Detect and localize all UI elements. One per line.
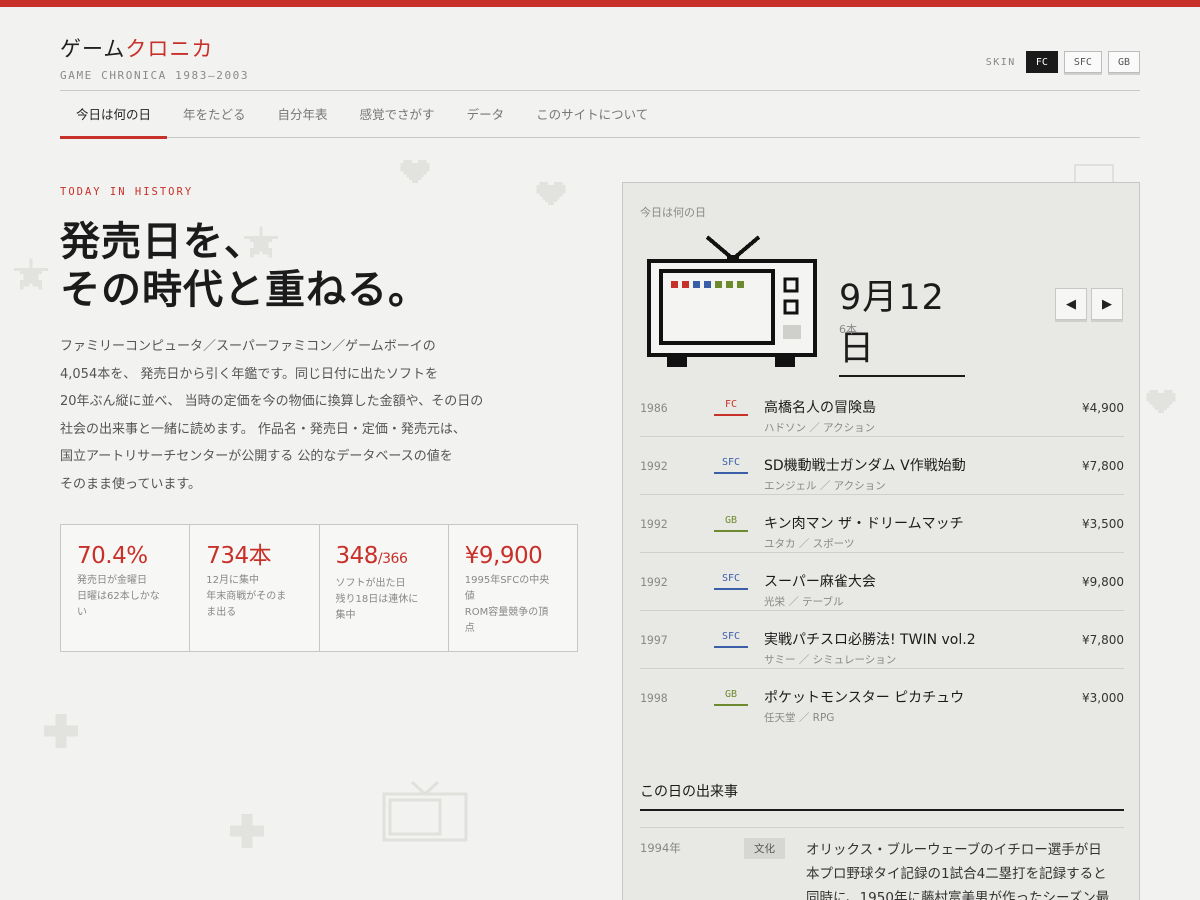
heart-icon [1146, 390, 1176, 416]
stat-note: 発売日が金曜日 日曜は62本しかない [77, 575, 160, 618]
release-row[interactable]: 1992 SFC SD機動戦士ガンダム V作戦始動 エンジェル ／ アクション … [640, 437, 1124, 495]
release-price: ¥7,800 [1082, 633, 1124, 647]
stat-value: ¥9,900 [464, 543, 543, 569]
site-subtitle: GAME CHRONICA 1983—2003 [60, 69, 250, 82]
stat-median-price: ¥9,900 1995年SFCの中央値 ROM容量競争の頂点 [449, 525, 577, 651]
release-list: 1986 FC 高橋名人の冒険島 ハドソン ／ アクション ¥4,900 199… [640, 379, 1124, 727]
star-icon [14, 258, 48, 290]
system-badge: GB [714, 515, 748, 532]
stat-value: 348/366 [335, 543, 408, 569]
stat-note: 12月に集中 年末商戦がそのま ま出る [206, 575, 287, 618]
system-badge: SFC [714, 631, 748, 648]
nav-item-years[interactable]: 年をたどる [167, 91, 262, 137]
selected-date: 9月12日 [839, 269, 965, 377]
logo-accent: クロニカ [125, 37, 214, 61]
release-row[interactable]: 1992 GB キン肉マン ザ・ドリームマッチ ユタカ ／ スポーツ ¥3,50… [640, 495, 1124, 553]
top-accent-stripe [0, 0, 1200, 7]
intro-line: 4,054本を、 発売日から引く年鑑です。同じ日付に出たソフトを [60, 366, 439, 382]
panel-label: 今日は何の日 [640, 206, 706, 219]
release-year: 1997 [640, 633, 668, 647]
release-year: 1998 [640, 691, 668, 705]
prev-day-button[interactable]: ◀ [1055, 288, 1087, 320]
intro-line: 国立アートリサーチセンターが公開する 公的なデータベースの値を [60, 449, 453, 464]
nav-item-my-timeline[interactable]: 自分年表 [262, 91, 344, 137]
release-year: 1992 [640, 575, 668, 589]
release-meta: ハドソン ／ アクション [764, 422, 876, 434]
headline-line-2: その時代と重ねる。 [60, 267, 429, 313]
dpad-icon [230, 814, 264, 848]
stat-note: ソフトが出た日 残り18日は連休に 集中 [335, 578, 419, 621]
next-day-button[interactable]: ▶ [1091, 288, 1123, 320]
release-title: 実戦パチスロ必勝法! TWIN vol.2 [764, 632, 976, 648]
release-title: キン肉マン ザ・ドリームマッチ [764, 516, 964, 532]
nav-item-about[interactable]: このサイトについて [520, 91, 664, 137]
stat-december-count: 734本 12月に集中 年末商戦がそのま ま出る [190, 525, 320, 651]
release-meta: ユタカ ／ スポーツ [764, 538, 855, 550]
skin-switcher: SKIN FC SFC GB [986, 51, 1140, 73]
nav-item-search-by-feel[interactable]: 感覚でさがす [344, 91, 451, 137]
release-year: 1992 [640, 459, 668, 473]
section-eyebrow: TODAY IN HISTORY [60, 186, 194, 198]
intro-line: 社会の出来事と一緒に読めます。 作品名・発売日・定価・発売元は、 [60, 421, 466, 437]
intro-line: 20年ぶん縦に並べ、 当時の定価を今の物価に換算した金額や、その日の [60, 394, 484, 409]
release-meta: 任天堂 ／ RPG [764, 712, 835, 724]
heart-icon [536, 182, 566, 208]
stat-value: 70.4% [77, 543, 148, 569]
stat-friday-share: 70.4% 発売日が金曜日 日曜は62本しかない [61, 525, 191, 651]
release-year: 1986 [640, 401, 668, 415]
skin-label: SKIN [985, 56, 1016, 68]
skin-button-sfc[interactable]: SFC [1063, 51, 1102, 73]
headline-line-1: 発売日を、 [60, 219, 265, 265]
intro-line: ファミリーコンピュータ／スーパーファミコン／ゲームボーイの [60, 339, 436, 354]
cartridge-icon [1074, 164, 1114, 184]
release-price: ¥3,000 [1082, 691, 1124, 705]
heart-icon [400, 160, 430, 186]
release-price: ¥3,500 [1082, 517, 1124, 531]
events-heading: この日の出来事 [640, 781, 1124, 811]
event-year: 1994年 [640, 841, 681, 855]
today-panel: 今日は何の日 9月12日 6本 ◀ ▶ 1986 FC 高橋名人の冒険島 ハドソ… [622, 182, 1140, 900]
release-title: 高橋名人の冒険島 [764, 400, 876, 416]
system-badge: SFC [714, 457, 748, 474]
nav-item-data[interactable]: データ [451, 91, 521, 137]
release-row[interactable]: 1986 FC 高橋名人の冒険島 ハドソン ／ アクション ¥4,900 [640, 379, 1124, 437]
site-brand[interactable]: ゲームクロニカ GAME CHRONICA 1983—2003 [60, 33, 249, 82]
system-badge: GB [714, 689, 748, 706]
event-category-tag: 文化 [744, 838, 785, 859]
dpad-icon [44, 714, 78, 748]
release-price: ¥7,800 [1082, 459, 1124, 473]
release-row[interactable]: 1998 GB ポケットモンスター ピカチュウ 任天堂 ／ RPG ¥3,000 [640, 669, 1124, 727]
release-title: SD機動戦士ガンダム V作戦始動 [764, 458, 966, 474]
event-text: オリックス・ブルーウェーブのイチロー選手が日 本プロ野球タイ記録の1試合4二塁打… [806, 842, 1110, 900]
stat-release-days: 348/366 ソフトが出た日 残り18日は連休に 集中 [320, 525, 449, 651]
logo-prefix: ゲーム [60, 37, 126, 61]
system-badge: FC [714, 399, 748, 416]
stats-grid: 70.4% 発売日が金曜日 日曜は62本しかない 734本 12月に集中 年末商戦が… [60, 524, 578, 652]
release-year: 1992 [640, 517, 668, 531]
release-title: スーパー麻雀大会 [764, 574, 876, 590]
system-badge: SFC [714, 573, 748, 590]
intro-paragraph: ファミリーコンピュータ／スーパーファミコン／ゲームボーイの 4,054本を、 発… [60, 333, 560, 498]
release-meta: エンジェル ／ アクション [764, 480, 886, 492]
skin-button-fc[interactable]: FC [1025, 51, 1058, 73]
retro-tv-icon [647, 235, 817, 373]
skin-button-gb[interactable]: GB [1107, 51, 1140, 73]
nav-item-today[interactable]: 今日は何の日 [60, 91, 168, 139]
release-price: ¥4,900 [1082, 401, 1124, 415]
tv-outline-icon [382, 780, 468, 848]
stat-note: 1995年SFCの中央値 ROM容量競争の頂点 [464, 575, 550, 634]
release-row[interactable]: 1992 SFC スーパー麻雀大会 光栄 ／ テーブル ¥9,800 [640, 553, 1124, 611]
site-logo[interactable]: ゲームクロニカ [60, 33, 249, 63]
intro-line: そのまま使っています。 [60, 476, 202, 492]
stat-value: 734本 [206, 543, 272, 569]
release-price: ¥9,800 [1082, 575, 1124, 589]
event-item: 1994年 文化 オリックス・ブルーウェーブのイチロー選手が日 本プロ野球タイ記… [640, 827, 1124, 900]
release-meta: 光栄 ／ テーブル [764, 596, 844, 608]
release-count: 6本 [839, 323, 857, 336]
page-headline: 発売日を、 その時代と重ねる。 [60, 218, 429, 314]
release-row[interactable]: 1997 SFC 実戦パチスロ必勝法! TWIN vol.2 サミー ／ シミュ… [640, 611, 1124, 669]
main-nav: 今日は何の日 年をたどる 自分年表 感覚でさがす データ このサイトについて [60, 90, 1140, 139]
release-meta: サミー ／ シミュレーション [764, 654, 897, 666]
release-title: ポケットモンスター ピカチュウ [764, 690, 965, 706]
